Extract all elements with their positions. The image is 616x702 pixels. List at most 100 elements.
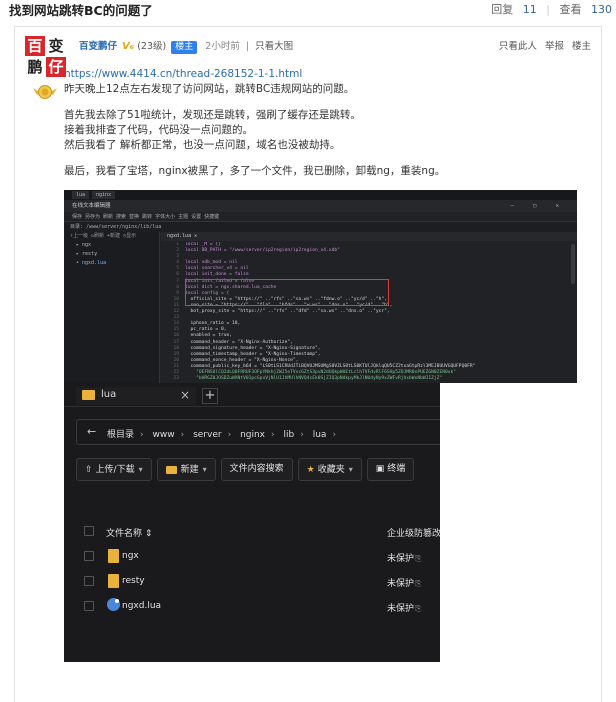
folder-icon <box>165 465 177 474</box>
thread-stats: 回复 11 | 查看 130 <box>491 1 612 17</box>
post-time: 2小时前 <box>205 41 240 52</box>
line-text: "bHRGZ0JOSDZuWXNtV01pcGpuVjNlU1JhMUlhNVQ… <box>185 376 443 382</box>
line-text: local DB_PATH = "/www/server/ip2region/i… <box>185 248 340 254</box>
line-number: 23 <box>173 376 179 382</box>
editor-path: 目录: /www/server/nginx/lib/lua <box>64 222 577 232</box>
row-checkbox <box>84 576 94 586</box>
vip-badge: V₆ <box>122 41 135 52</box>
view-count: 130 <box>591 3 612 16</box>
editor-title: 在线文本编辑器 <box>72 203 111 209</box>
reply-count[interactable]: 11 <box>523 3 537 16</box>
view-big-image-link[interactable]: 只看大图 <box>255 41 293 52</box>
post-content: https://www.4414.cn/thread-268152-1-1.ht… <box>64 67 574 179</box>
back-arrow-icon: ← <box>87 425 97 438</box>
line-text: iphone_ratio = 10, <box>185 321 241 327</box>
code-block: 1 local _M = {} 2 local DB_PATH = "/www/ser… <box>161 242 577 383</box>
line-text: local _M = {} <box>185 242 221 247</box>
folder-icon <box>108 574 119 588</box>
owner-badge: 楼主 <box>171 41 198 54</box>
folder-icon <box>108 549 119 563</box>
fm-action-bar: ⇧ 上传/下载 ▾ 新建 ▾ 文件内容搜索 ★ 收藏夹 ▾ ▣ 终端 <box>76 458 419 481</box>
editor-code-area: ngxd.lua ✕ 1 local _M = {} 2 local DB_PATH … <box>161 232 577 383</box>
editor-window-controls: — ▢ ✕ <box>510 203 567 209</box>
editor-window-tabs: lua nginx <box>64 190 577 200</box>
stats-divider: | <box>546 3 550 16</box>
line-text: command_signature_header = "X-Nginx-Sign… <box>185 345 321 351</box>
paragraph-2-line-1: 首先我去除了51啦统计，发现还是跳转，强刷了缓存还是跳转。 <box>64 109 361 121</box>
floor-label: 楼主 <box>571 41 591 52</box>
fm-table-header: 文件名称 ⇕ 企业级防篡改 <box>82 519 440 544</box>
line-text: local init_done = false <box>185 272 249 278</box>
line-text: "OEFNSUlCQ2dLQ0FRRUF3OFpYNkhjZWJ5eTVvcGZ… <box>185 369 457 375</box>
crumb: www <box>152 430 175 440</box>
fm-tab-bar: lua × + <box>64 383 440 407</box>
protect-status: 未保护⎘ <box>387 579 422 589</box>
editor-file-tree: ↑上一级 ↻刷新 +新建 ◷显示 ▸ ngx ▸ resty • ngxd.lu… <box>64 232 160 383</box>
fm-new-button: 新建 ▾ <box>156 458 216 481</box>
line-text: local xdb_mod = nil <box>185 260 238 266</box>
line-text: command_public_key_b64 = "LS0tLS1CRUdJTi… <box>185 363 476 369</box>
line-text: command_timestamp_header = "X-Nginx-Time… <box>185 351 321 357</box>
paragraph-1: 昨天晚上12点左右发现了访问网站，跳转BC违规网站的问题。 <box>64 83 355 95</box>
time-divider: | <box>245 41 250 52</box>
logo-char-4: 仔 <box>46 57 66 77</box>
line-text: command_nonce_header = "X-Nginx-Nonce", <box>185 357 299 363</box>
lua-file-icon <box>107 598 120 611</box>
editor-scrollbar <box>571 244 575 284</box>
fm-tab-label: lua <box>101 389 117 400</box>
only-author-link[interactable]: 只看此人 <box>499 41 537 52</box>
protect-status: 未保护⎘ <box>387 554 422 564</box>
editor-window-tab: lua <box>72 191 90 199</box>
paragraph-3: 最后，我看了宝塔，nginx被黑了，多了一个文件，我已删除，卸载ng，重装ng。 <box>64 165 446 177</box>
editor-body: ↑上一级 ↻刷新 +新建 ◷显示 ▸ ngx ▸ resty • ngxd.lu… <box>64 232 577 383</box>
view-label: 查看 <box>559 3 582 16</box>
crumb: server <box>193 430 222 440</box>
row-checkbox <box>84 551 94 561</box>
post-actions: 只看此人 举报 楼主 <box>494 38 591 52</box>
row-checkbox <box>84 601 94 611</box>
crumb: lib <box>283 430 295 440</box>
table-row: ngx 未保护⎘ <box>82 544 440 569</box>
line-text: command_header = "X-Nginx-Authorize", <box>185 339 293 345</box>
tree-item: • ngxd.lua <box>76 260 107 266</box>
fm-terminal-button: ▣ 终端 <box>366 458 415 481</box>
fm-search-button: 文件内容搜索 <box>220 458 293 481</box>
author-level: (23级) <box>137 41 167 52</box>
file-manager-screenshot[interactable]: lua × + ← 根目录 › www › server › nginx › lib › … <box>64 383 440 662</box>
reply-label: 回复 <box>491 3 514 16</box>
table-row: resty 未保护⎘ <box>82 569 440 594</box>
thread-title: 找到网站跳转BC的问题了 <box>9 3 153 18</box>
thread-header: 找到网站跳转BC的问题了 回复 11 | 查看 130 <box>0 0 616 18</box>
crumb: lua <box>312 430 327 440</box>
select-all-checkbox <box>84 526 94 536</box>
line-text: local searcher_v4 = nil <box>185 266 249 272</box>
editor-window-tab: nginx <box>92 191 116 199</box>
logo-char-2: 变 <box>48 37 64 55</box>
fm-breadcrumb: ← 根目录 › www › server › nginx › lib › lua › <box>76 419 440 445</box>
col-protect: 企业级防篡改 <box>387 529 440 539</box>
plus-icon: + <box>202 388 218 404</box>
medal-icon <box>33 85 57 99</box>
paragraph-2-line-3: 然后我看了 解析都正常，也没一点问题，域名也没被劫持。 <box>64 139 341 151</box>
logo-char-3: 鹏 <box>27 58 43 76</box>
close-icon: × <box>179 388 190 402</box>
file-name: ngx <box>122 551 139 561</box>
file-name: resty <box>122 576 145 586</box>
line-text: enabled = true, <box>185 333 233 339</box>
crumb: 根目录 <box>107 430 135 440</box>
avatar[interactable]: 百 变 鹏 仔 <box>25 36 67 78</box>
highlight-box <box>185 279 389 306</box>
fm-upload-button: ⇧ 上传/下载 ▾ <box>76 458 152 481</box>
protect-status: 未保护⎘ <box>387 604 422 614</box>
editor-screenshot[interactable]: lua nginx 在线文本编辑器 — ▢ ✕ 保存 另存为 刷新 搜索 替换 … <box>64 190 577 383</box>
fm-favorites-button: ★ 收藏夹 ▾ <box>297 458 362 481</box>
editor-file-tab: ngxd.lua ✕ <box>161 232 577 241</box>
author-info: 百变鹏仔 V₆ (23级) 楼主 2小时前 | 只看大图 <box>79 38 293 54</box>
table-row: ngxd.lua 未保护⎘ <box>82 594 440 619</box>
col-name: 文件名称 ⇕ <box>106 529 153 539</box>
author-name[interactable]: 百变鹏仔 <box>79 41 117 52</box>
report-link[interactable]: 举报 <box>545 41 564 52</box>
thread-link[interactable]: https://www.4414.cn/thread-268152-1-1.ht… <box>64 67 574 82</box>
folder-icon <box>82 390 95 400</box>
tree-item: ▸ resty <box>76 251 98 257</box>
